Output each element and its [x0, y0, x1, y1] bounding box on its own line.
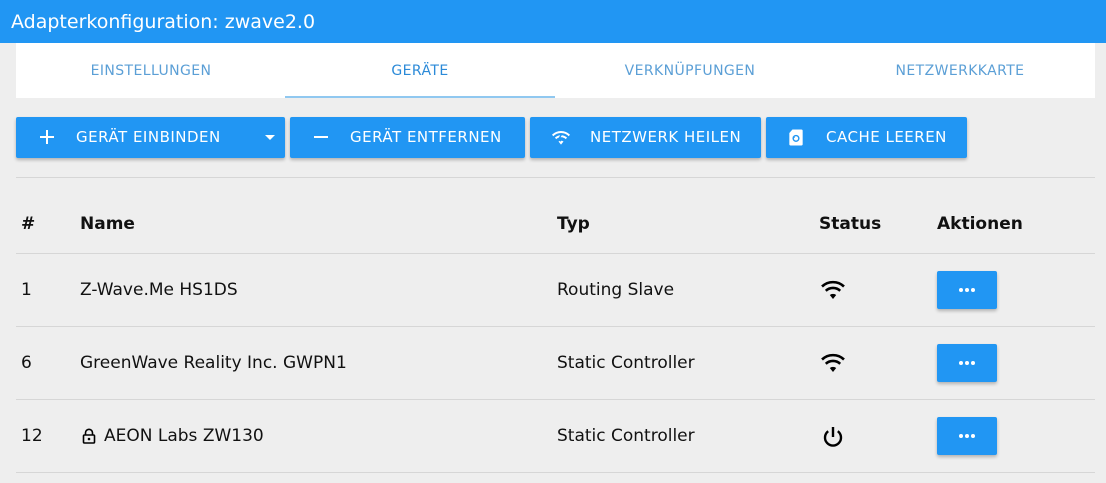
toolbar-divider — [16, 177, 1095, 178]
wifi-heal-icon — [551, 131, 571, 145]
device-name: Z-Wave.Me HS1DS — [80, 280, 238, 300]
clear-cache-label: CACHE LEEREN — [826, 128, 947, 146]
column-header-id: # — [21, 214, 36, 234]
remove-device-label: GERÄT ENTFERNEN — [350, 128, 502, 146]
row-actions-button[interactable] — [937, 344, 997, 382]
power-icon — [823, 427, 843, 447]
wifi-icon — [821, 280, 845, 299]
caret-down-icon[interactable] — [264, 134, 276, 142]
tab-netzwerkkarte[interactable]: NETZWERKKARTE — [825, 43, 1095, 98]
device-id: 12 — [21, 426, 43, 446]
column-header-actions: Aktionen — [937, 214, 1023, 234]
plus-icon — [40, 130, 54, 144]
device-id: 6 — [21, 353, 32, 373]
lock-icon — [82, 428, 96, 444]
window-title: Adapterkonfiguration: zwave2.0 — [11, 11, 316, 33]
row-divider — [16, 399, 1095, 400]
column-header-name: Name — [80, 214, 135, 234]
minus-icon — [314, 136, 328, 138]
column-header-status: Status — [819, 214, 882, 234]
more-horizontal-icon — [959, 434, 975, 438]
more-horizontal-icon — [959, 288, 975, 292]
device-name: GreenWave Reality Inc. GWPN1 — [80, 353, 347, 373]
heal-network-label: NETZWERK HEILEN — [590, 128, 742, 146]
remove-device-button[interactable]: GERÄT ENTFERNEN — [290, 117, 525, 158]
row-actions-button[interactable] — [937, 271, 997, 309]
device-type: Static Controller — [557, 426, 695, 446]
title-bar: Adapterkonfiguration: zwave2.0 — [0, 0, 1106, 43]
wifi-icon — [821, 353, 845, 372]
include-device-button[interactable]: GERÄT EINBINDEN — [16, 117, 285, 158]
device-name: AEON Labs ZW130 — [104, 426, 264, 446]
include-device-label: GERÄT EINBINDEN — [76, 128, 221, 146]
sd-card-reset-icon — [789, 129, 803, 146]
heal-network-button[interactable]: NETZWERK HEILEN — [530, 117, 761, 158]
active-tab-indicator — [285, 96, 555, 98]
device-type: Routing Slave — [557, 280, 675, 300]
row-actions-button[interactable] — [937, 417, 997, 455]
tab-bar: EINSTELLUNGEN GERÄTE VERKNÜPFUNGEN NETZW… — [16, 43, 1095, 98]
row-divider — [16, 326, 1095, 327]
clear-cache-button[interactable]: CACHE LEEREN — [766, 117, 967, 158]
column-header-type: Typ — [557, 214, 590, 234]
device-id: 1 — [21, 280, 32, 300]
header-divider — [16, 253, 1095, 254]
row-divider — [16, 472, 1095, 473]
device-type: Static Controller — [557, 353, 695, 373]
more-horizontal-icon — [959, 361, 975, 365]
tab-geraete[interactable]: GERÄTE — [285, 43, 555, 98]
tab-einstellungen[interactable]: EINSTELLUNGEN — [16, 43, 286, 98]
tab-verknuepfungen[interactable]: VERKNÜPFUNGEN — [555, 43, 825, 98]
